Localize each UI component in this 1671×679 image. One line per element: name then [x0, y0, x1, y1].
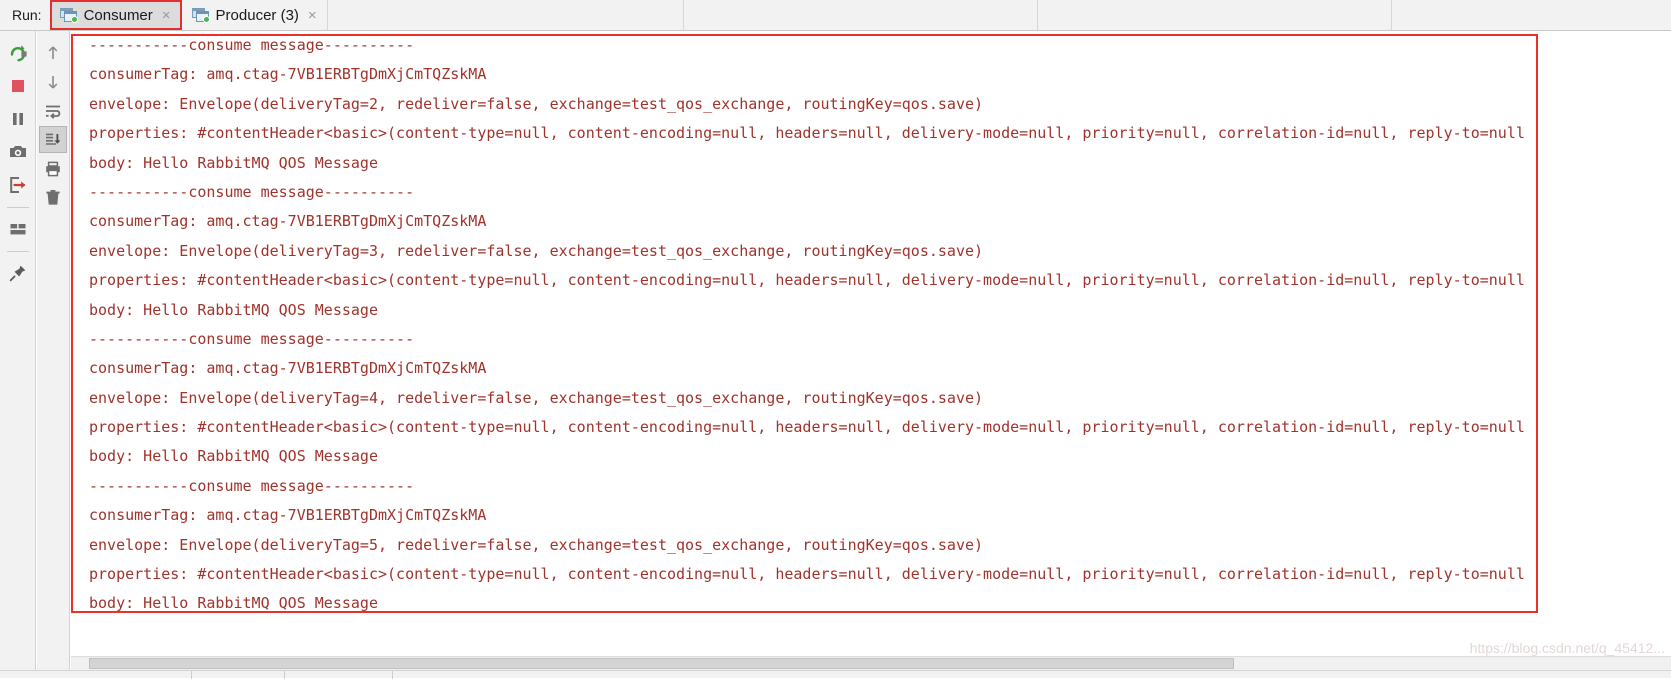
tabstrip-filler [684, 0, 1038, 30]
close-icon[interactable]: × [308, 8, 317, 23]
horizontal-scrollbar[interactable] [71, 656, 1671, 670]
console-line: properties: #contentHeader<basic>(conten… [71, 266, 1671, 295]
clear-all-button[interactable] [39, 184, 67, 211]
close-icon[interactable]: × [162, 8, 171, 23]
export-to-file-icon [8, 175, 28, 195]
camera-icon [8, 142, 28, 162]
rerun-icon [8, 43, 28, 63]
toolbar-divider [7, 207, 29, 208]
pause-button[interactable] [3, 104, 33, 134]
tab-consumer[interactable]: Consumer × [50, 0, 182, 30]
tabstrip-filler [1392, 0, 1671, 30]
stop-icon [8, 76, 28, 96]
pause-icon [8, 109, 28, 129]
run-window-icon [60, 8, 77, 22]
printer-icon [44, 160, 62, 178]
console-line: consumerTag: amq.ctag-7VB1ERBTgDmXjCmTQZ… [71, 354, 1671, 383]
run-window-label: Run: [0, 0, 50, 30]
console-line: properties: #contentHeader<basic>(conten… [71, 119, 1671, 148]
run-tool-window-tabstrip: Run: Consumer × Producer (3) × [0, 0, 1671, 31]
console-line: consumerTag: amq.ctag-7VB1ERBTgDmXjCmTQZ… [71, 501, 1671, 530]
console-line: properties: #contentHeader<basic>(conten… [71, 560, 1671, 589]
stop-button[interactable] [3, 71, 33, 101]
console-line: consumerTag: amq.ctag-7VB1ERBTgDmXjCmTQZ… [71, 60, 1671, 89]
console-line: -----------consume message---------- [71, 178, 1671, 207]
toolbar-divider [7, 251, 29, 252]
tabstrip-filler [328, 0, 684, 30]
console-line: body: Hello RabbitMQ QOS Message [71, 149, 1671, 178]
pin-button[interactable] [3, 258, 33, 288]
soft-wrap-icon [44, 102, 62, 120]
status-strip [0, 670, 1671, 678]
up-arrow-button[interactable] [39, 39, 67, 66]
layout-icon [8, 219, 28, 239]
scroll-to-end-icon [44, 131, 62, 149]
console-line: -----------consume message---------- [71, 31, 1671, 60]
console-line: body: Hello RabbitMQ QOS Message [71, 296, 1671, 325]
console-output-area[interactable]: -----------consume message---------- con… [71, 31, 1671, 678]
watermark-text: https://blog.csdn.net/q_45412... [1470, 640, 1665, 656]
rerun-button[interactable] [3, 38, 33, 68]
console-line: body: Hello RabbitMQ QOS Message [71, 442, 1671, 471]
run-window-icon [192, 8, 209, 22]
scroll-to-end-button[interactable] [39, 126, 67, 153]
export-button[interactable] [3, 170, 33, 200]
trash-icon [44, 189, 62, 207]
pin-icon [8, 263, 28, 283]
console-line: -----------consume message---------- [71, 472, 1671, 501]
arrow-down-icon [44, 73, 62, 91]
console-line: envelope: Envelope(deliveryTag=4, redeli… [71, 384, 1671, 413]
run-controls-toolbar [0, 31, 36, 678]
arrow-up-icon [44, 44, 62, 62]
camera-button[interactable] [3, 137, 33, 167]
console-line: envelope: Envelope(deliveryTag=5, redeli… [71, 531, 1671, 560]
print-button[interactable] [39, 155, 67, 182]
tab-consumer-label: Consumer [84, 7, 153, 24]
tab-producer[interactable]: Producer (3) × [182, 0, 328, 30]
console-line: consumerTag: amq.ctag-7VB1ERBTgDmXjCmTQZ… [71, 207, 1671, 236]
soft-wrap-button[interactable] [39, 97, 67, 124]
console-toolbar [37, 31, 70, 678]
console-line: envelope: Envelope(deliveryTag=3, redeli… [71, 237, 1671, 266]
console-line: -----------consume message---------- [71, 325, 1671, 354]
tabstrip-filler [1038, 0, 1392, 30]
console-text: -----------consume message---------- con… [71, 31, 1671, 619]
down-arrow-button[interactable] [39, 68, 67, 95]
tab-producer-label: Producer (3) [216, 7, 299, 24]
console-line: envelope: Envelope(deliveryTag=2, redeli… [71, 90, 1671, 119]
console-line: properties: #contentHeader<basic>(conten… [71, 413, 1671, 442]
layout-button[interactable] [3, 214, 33, 244]
console-line: body: Hello RabbitMQ QOS Message [71, 589, 1671, 618]
horizontal-scrollbar-thumb[interactable] [89, 658, 1234, 669]
